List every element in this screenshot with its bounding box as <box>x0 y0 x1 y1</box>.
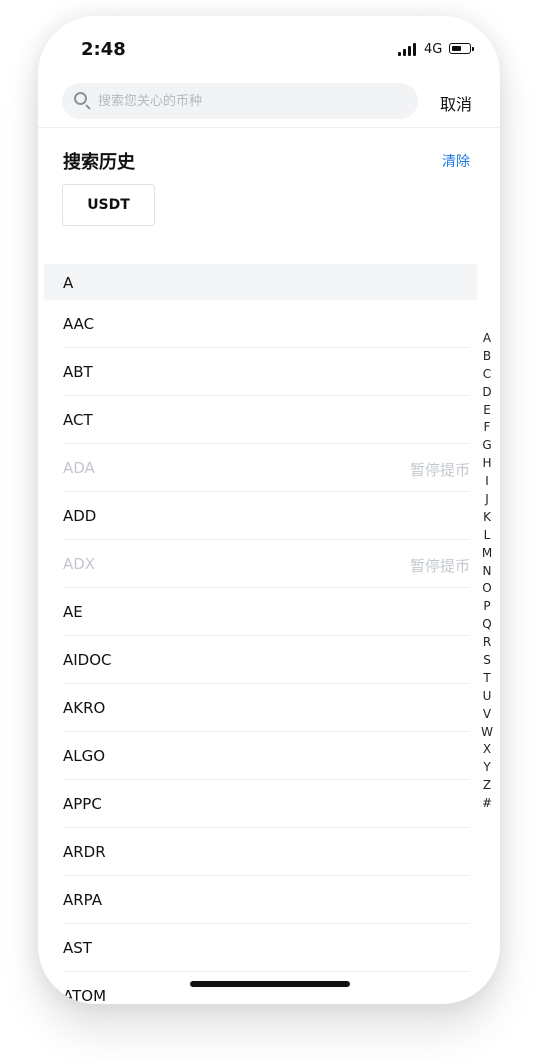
index-letter[interactable]: M <box>478 545 496 563</box>
index-letter[interactable]: A <box>478 330 496 348</box>
coin-symbol: APPC <box>63 795 102 813</box>
status-time: 2:48 <box>81 39 126 60</box>
clear-history-button[interactable]: 清除 <box>442 151 470 171</box>
network-type: 4G <box>424 42 443 57</box>
coin-row[interactable]: ALGO <box>38 732 500 780</box>
coin-row[interactable]: ABT <box>38 348 500 396</box>
signal-icon <box>398 43 418 56</box>
coin-symbol: ATOM <box>63 987 107 1004</box>
index-letter[interactable]: H <box>478 455 496 473</box>
withdrawal-suspended-label: 暂停提币 <box>409 461 470 479</box>
coin-symbol: ARDR <box>63 843 106 861</box>
coin-symbol: ALGO <box>63 747 106 765</box>
coin-row[interactable]: AE <box>38 588 500 636</box>
coin-row[interactable]: AKRO <box>38 684 500 732</box>
index-letter[interactable]: P <box>478 598 496 616</box>
index-letter[interactable]: Q <box>478 616 496 634</box>
search-input[interactable] <box>98 91 398 111</box>
coin-list: AAC ABT ACT ADA 暂停提币 ADD ADX 暂停提币 AE AIDOC AKRO ALG… <box>38 300 500 1004</box>
index-letter[interactable]: O <box>478 580 496 598</box>
coin-row[interactable]: AST <box>38 924 500 972</box>
coin-row[interactable]: ADX 暂停提币 <box>38 540 500 588</box>
coin-symbol: ARPA <box>63 891 103 909</box>
index-letter[interactable]: B <box>478 348 496 366</box>
coin-row[interactable]: ARPA <box>38 876 500 924</box>
coin-row[interactable]: ARDR <box>38 828 500 876</box>
coin-symbol: ACT <box>63 411 93 429</box>
coin-row[interactable]: AIDOC <box>38 636 500 684</box>
coin-row[interactable]: APPC <box>38 780 500 828</box>
coin-symbol: AE <box>63 603 83 621</box>
divider <box>38 127 500 128</box>
index-letter[interactable]: C <box>478 366 496 384</box>
index-letter[interactable]: E <box>478 402 496 420</box>
index-letter[interactable]: J <box>478 491 496 509</box>
index-letter[interactable]: G <box>478 437 496 455</box>
search-bar[interactable] <box>62 83 418 119</box>
coin-row[interactable]: AAC <box>38 300 500 348</box>
coin-row[interactable]: ADD <box>38 492 500 540</box>
index-letter[interactable]: K <box>478 509 496 527</box>
index-letter[interactable]: X <box>478 741 496 759</box>
search-history-title: 搜索历史 <box>63 152 135 173</box>
index-letter[interactable]: T <box>478 670 496 688</box>
index-letter[interactable]: I <box>478 473 496 491</box>
index-letter[interactable]: F <box>478 419 496 437</box>
index-letter[interactable]: # <box>478 795 496 813</box>
battery-icon <box>449 43 474 54</box>
index-letter[interactable]: D <box>478 384 496 402</box>
alphabet-index[interactable]: A B C D E F G H I J K L M N O P Q R S T U V W X Y Z # <box>478 330 496 813</box>
section-letter: A <box>63 274 74 292</box>
withdrawal-suspended-label: 暂停提币 <box>409 557 470 575</box>
section-header: A <box>44 264 477 300</box>
index-letter[interactable]: L <box>478 527 496 545</box>
coin-symbol: ADA <box>63 459 95 477</box>
history-chip[interactable]: USDT <box>62 184 155 226</box>
coin-symbol: AIDOC <box>63 651 112 669</box>
coin-row[interactable]: ATOM <box>38 972 500 1004</box>
search-icon <box>74 92 87 105</box>
coin-symbol: AKRO <box>63 699 106 717</box>
coin-symbol: AAC <box>63 315 95 333</box>
status-bar: 2:48 4G <box>38 16 500 76</box>
index-letter[interactable]: Z <box>478 777 496 795</box>
index-letter[interactable]: R <box>478 634 496 652</box>
coin-symbol: ADX <box>63 555 96 573</box>
coin-row[interactable]: ACT <box>38 396 500 444</box>
index-letter[interactable]: S <box>478 652 496 670</box>
index-letter[interactable]: U <box>478 688 496 706</box>
home-indicator <box>190 981 350 987</box>
coin-row[interactable]: ADA 暂停提币 <box>38 444 500 492</box>
index-letter[interactable]: N <box>478 563 496 581</box>
index-letter[interactable]: W <box>478 724 496 742</box>
index-letter[interactable]: V <box>478 706 496 724</box>
phone-screen: 2:48 4G 取消 搜索历史 清除 USDT A AACABTACTADA暂停… <box>38 16 500 1004</box>
index-letter[interactable]: Y <box>478 759 496 777</box>
coin-symbol: ADD <box>63 507 97 525</box>
cancel-button[interactable]: 取消 <box>440 91 472 115</box>
coin-symbol: AST <box>63 939 92 957</box>
coin-symbol: ABT <box>63 363 93 381</box>
